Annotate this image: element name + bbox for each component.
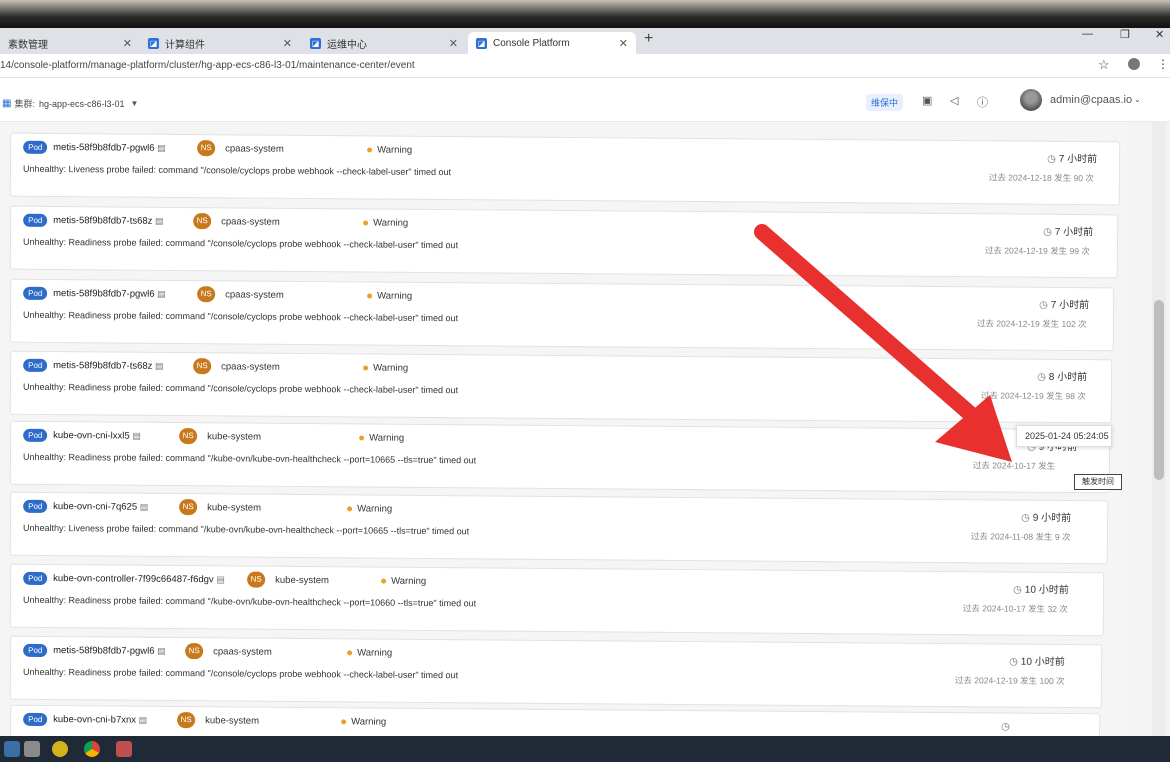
screen: 素数管理 ✕ ◪ 计算组件 ✕ ◪ 运维中心 ✕ ◪ Console Platf… [0,0,1170,762]
chrome-icon[interactable] [84,741,100,757]
start-icon[interactable] [4,741,20,757]
annotation-arrow [754,224,1012,462]
taskbar [0,736,1170,762]
taskbar-app-icon[interactable] [24,741,40,757]
taskbar-app-icon[interactable] [116,741,132,757]
taskbar-app-icon[interactable] [52,741,68,757]
